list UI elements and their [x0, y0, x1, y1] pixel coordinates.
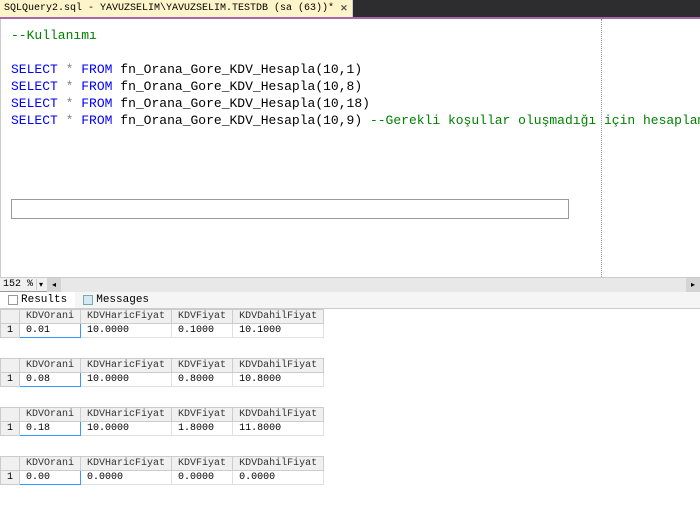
col-header[interactable]: KDVHaricFiyat	[81, 359, 172, 373]
cell[interactable]: 10.0000	[81, 373, 172, 387]
cell[interactable]: 0.08	[20, 373, 81, 387]
sql-editor[interactable]: --Kullanımı SELECT * FROM fn_Orana_Gore_…	[1, 19, 700, 277]
table-row[interactable]: 1 0.08 10.0000 0.8000 10.8000	[1, 373, 324, 387]
col-header[interactable]: KDVDahilFiyat	[233, 408, 324, 422]
row-header[interactable]: 1	[1, 373, 20, 387]
col-header[interactable]: KDVHaricFiyat	[81, 408, 172, 422]
results-pane: KDVOrani KDVHaricFiyat KDVFiyat KDVDahil…	[0, 309, 700, 519]
zoom-scroll-bar: 152 % ▾ ◂ ▸	[0, 277, 700, 291]
zoom-dropdown-icon[interactable]: ▾	[37, 280, 45, 290]
cell[interactable]: 1.8000	[172, 422, 233, 436]
kw-select: SELECT	[11, 79, 58, 94]
col-header[interactable]: KDVHaricFiyat	[81, 457, 172, 471]
kw-from: FROM	[81, 79, 112, 94]
close-icon[interactable]: ✕	[340, 4, 348, 14]
fn-call: fn_Orana_Gore_KDV_Hesapla(10,8)	[120, 79, 362, 94]
fn-call: fn_Orana_Gore_KDV_Hesapla(10,1)	[120, 62, 362, 77]
kw-from: FROM	[81, 62, 112, 77]
code-comment: --Kullanımı	[11, 28, 97, 43]
result-grid-2: KDVOrani KDVHaricFiyat KDVFiyat KDVDahil…	[0, 358, 700, 387]
corner-cell	[1, 359, 20, 373]
col-header[interactable]: KDVFiyat	[172, 310, 233, 324]
cursor-line[interactable]	[11, 199, 569, 219]
cell[interactable]: 0.0000	[233, 471, 324, 485]
results-tab-bar: Results Messages	[0, 291, 700, 309]
col-header[interactable]: KDVDahilFiyat	[233, 457, 324, 471]
fn-call: fn_Orana_Gore_KDV_Hesapla(10,9)	[120, 113, 362, 128]
col-header[interactable]: KDVFiyat	[172, 408, 233, 422]
row-header[interactable]: 1	[1, 422, 20, 436]
table-row[interactable]: 1 0.01 10.0000 0.1000 10.1000	[1, 324, 324, 338]
tab-messages[interactable]: Messages	[75, 292, 157, 308]
cell[interactable]: 0.18	[20, 422, 81, 436]
zoom-level[interactable]: 152 %	[0, 279, 37, 290]
col-header[interactable]: KDVOrani	[20, 457, 81, 471]
col-header[interactable]: KDVOrani	[20, 310, 81, 324]
col-header[interactable]: KDVOrani	[20, 359, 81, 373]
cell[interactable]: 10.1000	[233, 324, 324, 338]
file-tab[interactable]: SQLQuery2.sql - YAVUZSELIM\YAVUZSELIM.TE…	[0, 0, 353, 17]
cell[interactable]: 0.1000	[172, 324, 233, 338]
cell[interactable]: 10.0000	[81, 422, 172, 436]
tab-results-label: Results	[21, 294, 67, 306]
corner-cell	[1, 457, 20, 471]
code-comment: --Gerekli koşullar oluşmadığı için hesap…	[370, 113, 700, 128]
col-header[interactable]: KDVFiyat	[172, 359, 233, 373]
col-header[interactable]: KDVDahilFiyat	[233, 310, 324, 324]
messages-icon	[83, 295, 93, 305]
print-margin-ruler	[601, 19, 602, 277]
op-star: *	[66, 62, 74, 77]
tab-results[interactable]: Results	[0, 292, 75, 308]
col-header[interactable]: KDVOrani	[20, 408, 81, 422]
row-header[interactable]: 1	[1, 324, 20, 338]
fn-call: fn_Orana_Gore_KDV_Hesapla(10,18)	[120, 96, 370, 111]
result-grid-3: KDVOrani KDVHaricFiyat KDVFiyat KDVDahil…	[0, 407, 700, 436]
cell[interactable]: 11.8000	[233, 422, 324, 436]
tab-messages-label: Messages	[96, 294, 149, 306]
kw-from: FROM	[81, 96, 112, 111]
cell[interactable]: 10.0000	[81, 324, 172, 338]
result-table[interactable]: KDVOrani KDVHaricFiyat KDVFiyat KDVDahil…	[0, 407, 324, 436]
horizontal-scrollbar[interactable]: ◂ ▸	[47, 278, 700, 292]
kw-select: SELECT	[11, 96, 58, 111]
cell[interactable]: 0.8000	[172, 373, 233, 387]
corner-cell	[1, 310, 20, 324]
cell[interactable]: 0.0000	[81, 471, 172, 485]
cell[interactable]: 10.8000	[233, 373, 324, 387]
row-header[interactable]: 1	[1, 471, 20, 485]
cell[interactable]: 0.01	[20, 324, 81, 338]
col-header[interactable]: KDVFiyat	[172, 457, 233, 471]
scroll-left-icon[interactable]: ◂	[47, 278, 61, 292]
table-row[interactable]: 1 0.00 0.0000 0.0000 0.0000	[1, 471, 324, 485]
table-row[interactable]: 1 0.18 10.0000 1.8000 11.8000	[1, 422, 324, 436]
cell[interactable]: 0.0000	[172, 471, 233, 485]
result-grid-4: KDVOrani KDVHaricFiyat KDVFiyat KDVDahil…	[0, 456, 700, 485]
editor-area: --Kullanımı SELECT * FROM fn_Orana_Gore_…	[0, 19, 700, 277]
corner-cell	[1, 408, 20, 422]
col-header[interactable]: KDVHaricFiyat	[81, 310, 172, 324]
col-header[interactable]: KDVDahilFiyat	[233, 359, 324, 373]
op-star: *	[66, 96, 74, 111]
file-tab-title: SQLQuery2.sql - YAVUZSELIM\YAVUZSELIM.TE…	[4, 3, 334, 14]
result-table[interactable]: KDVOrani KDVHaricFiyat KDVFiyat KDVDahil…	[0, 309, 324, 338]
op-star: *	[66, 113, 74, 128]
result-table[interactable]: KDVOrani KDVHaricFiyat KDVFiyat KDVDahil…	[0, 358, 324, 387]
kw-select: SELECT	[11, 113, 58, 128]
kw-select: SELECT	[11, 62, 58, 77]
op-star: *	[66, 79, 74, 94]
kw-from: FROM	[81, 113, 112, 128]
result-grid-1: KDVOrani KDVHaricFiyat KDVFiyat KDVDahil…	[0, 309, 700, 338]
tab-bar: SQLQuery2.sql - YAVUZSELIM\YAVUZSELIM.TE…	[0, 0, 700, 19]
scroll-right-icon[interactable]: ▸	[686, 278, 700, 292]
grid-icon	[8, 295, 18, 305]
result-table[interactable]: KDVOrani KDVHaricFiyat KDVFiyat KDVDahil…	[0, 456, 324, 485]
cell[interactable]: 0.00	[20, 471, 81, 485]
